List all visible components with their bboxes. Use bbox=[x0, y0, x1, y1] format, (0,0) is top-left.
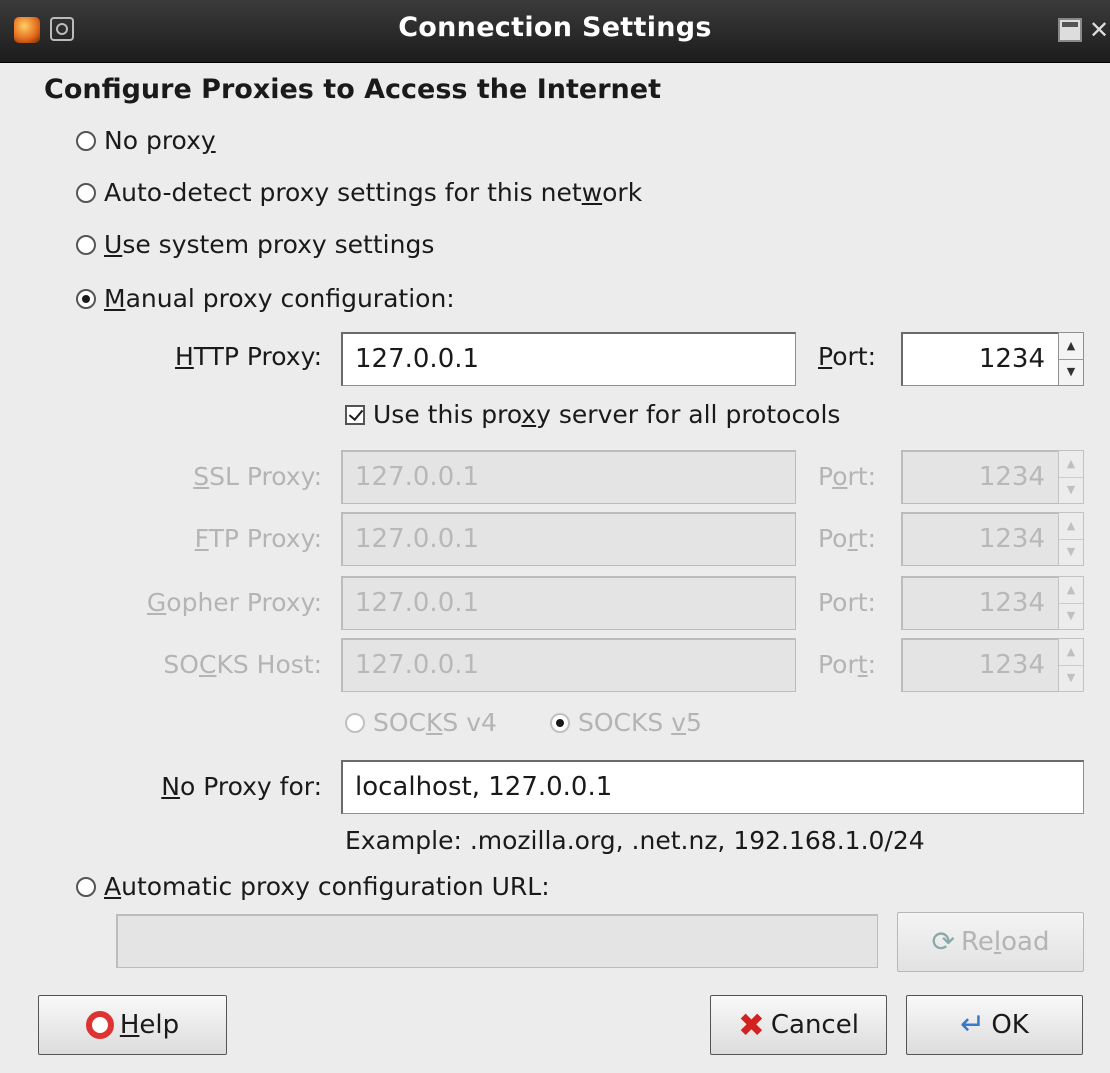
checkbox-indicator[interactable] bbox=[345, 404, 365, 425]
radio-system-proxy[interactable]: Use system proxy settings bbox=[76, 230, 434, 259]
close-icon[interactable]: ✕ bbox=[1088, 17, 1110, 43]
spin-up-icon[interactable]: ▲ bbox=[1059, 513, 1083, 540]
section-heading: Configure Proxies to Access the Internet bbox=[44, 74, 661, 105]
radio-indicator[interactable] bbox=[550, 712, 570, 733]
radio-system-proxy-label: Use system proxy settings bbox=[104, 230, 435, 259]
ssl-proxy-label: SSL Proxy: bbox=[193, 462, 322, 491]
socks-host-label: SOCKS Host: bbox=[163, 650, 322, 679]
title-bar: Connection Settings ✕ bbox=[0, 0, 1110, 63]
ssl-port-field[interactable]: 1234 bbox=[901, 450, 1084, 504]
ftp-proxy-label: FTP Proxy: bbox=[194, 524, 322, 553]
ok-button[interactable]: ↵ OK bbox=[906, 995, 1083, 1055]
ssl-proxy-field[interactable]: 127.0.0.1 bbox=[341, 450, 796, 504]
radio-no-proxy-label: No proxy bbox=[104, 126, 216, 155]
radio-socks-v5[interactable]: SOCKS v5 bbox=[550, 708, 702, 737]
radio-indicator[interactable] bbox=[76, 288, 96, 309]
radio-auto-detect-label: Auto-detect proxy settings for this netw… bbox=[104, 178, 643, 207]
ftp-port-label: Port: bbox=[818, 524, 876, 553]
gopher-port-field[interactable]: 1234 bbox=[901, 576, 1084, 630]
red-x-icon: ✖ bbox=[738, 1006, 765, 1044]
radio-indicator[interactable] bbox=[76, 876, 96, 897]
reload-button-label: Reload bbox=[960, 927, 1050, 957]
radio-socks-v5-label: SOCKS v5 bbox=[578, 708, 702, 737]
lifebuoy-icon bbox=[85, 1011, 114, 1039]
return-arrow-icon: ↵ bbox=[960, 1007, 986, 1042]
socks-port-spinner[interactable]: ▲ ▼ bbox=[1058, 638, 1084, 692]
auto-proxy-url-field[interactable] bbox=[116, 914, 878, 968]
help-button[interactable]: Help bbox=[38, 995, 227, 1055]
ftp-port-field[interactable]: 1234 bbox=[901, 512, 1084, 566]
radio-indicator[interactable] bbox=[76, 182, 96, 203]
cancel-button-label: Cancel bbox=[770, 1010, 859, 1040]
gopher-proxy-label: Gopher Proxy: bbox=[146, 588, 322, 617]
spin-down-icon[interactable]: ▼ bbox=[1059, 665, 1083, 691]
radio-manual-proxy[interactable]: Manual proxy configuration: bbox=[76, 284, 455, 313]
radio-socks-v4-label: SOCKS v4 bbox=[373, 708, 497, 737]
http-port-label: Port: bbox=[818, 342, 876, 371]
ok-button-label: OK bbox=[991, 1010, 1029, 1040]
no-proxy-for-label: No Proxy for: bbox=[161, 772, 322, 801]
ftp-port-spinner[interactable]: ▲ ▼ bbox=[1058, 512, 1084, 566]
radio-socks-v4[interactable]: SOCKS v4 bbox=[345, 708, 497, 737]
radio-auto-proxy-url[interactable]: Automatic proxy configuration URL: bbox=[76, 872, 550, 901]
no-proxy-example: Example: .mozilla.org, .net.nz, 192.168.… bbox=[345, 826, 925, 855]
reload-button[interactable]: ⟳ Reload bbox=[897, 912, 1084, 972]
spin-up-icon[interactable]: ▲ bbox=[1059, 577, 1083, 604]
gopher-port-spinner[interactable]: ▲ ▼ bbox=[1058, 576, 1084, 630]
spin-down-icon[interactable]: ▼ bbox=[1059, 359, 1083, 385]
cancel-button[interactable]: ✖ Cancel bbox=[710, 995, 887, 1055]
spin-down-icon[interactable]: ▼ bbox=[1059, 603, 1083, 629]
ssl-port-label: Port: bbox=[818, 462, 876, 491]
checkbox-same-proxy[interactable]: Use this proxy server for all protocols bbox=[345, 400, 840, 429]
radio-indicator[interactable] bbox=[345, 712, 365, 733]
no-proxy-for-field[interactable]: localhost, 127.0.0.1 bbox=[341, 760, 1084, 814]
spin-up-icon[interactable]: ▲ bbox=[1059, 639, 1083, 666]
radio-no-proxy[interactable]: No proxy bbox=[76, 126, 216, 155]
radio-indicator[interactable] bbox=[76, 130, 96, 151]
http-proxy-field[interactable]: 127.0.0.1 bbox=[341, 332, 796, 386]
radio-indicator[interactable] bbox=[76, 234, 96, 255]
ssl-port-spinner[interactable]: ▲ ▼ bbox=[1058, 450, 1084, 504]
gopher-proxy-field[interactable]: 127.0.0.1 bbox=[341, 576, 796, 630]
spin-down-icon[interactable]: ▼ bbox=[1059, 539, 1083, 565]
connection-settings-dialog: Connection Settings ✕ Configure Proxies … bbox=[0, 0, 1110, 1073]
socks-host-field[interactable]: 127.0.0.1 bbox=[341, 638, 796, 692]
http-port-spinner[interactable]: ▲ ▼ bbox=[1058, 332, 1084, 386]
socks-port-field[interactable]: 1234 bbox=[901, 638, 1084, 692]
spin-up-icon[interactable]: ▲ bbox=[1059, 333, 1083, 360]
checkbox-same-proxy-label: Use this proxy server for all protocols bbox=[373, 400, 841, 429]
gopher-port-label: Port: bbox=[818, 588, 876, 617]
window-title: Connection Settings bbox=[398, 12, 712, 43]
reload-icon: ⟳ bbox=[931, 925, 955, 958]
radio-auto-proxy-url-label: Automatic proxy configuration URL: bbox=[104, 872, 550, 901]
maximize-icon[interactable] bbox=[1058, 18, 1082, 42]
http-port-field[interactable]: 1234 bbox=[901, 332, 1084, 386]
help-button-label: Help bbox=[119, 1010, 180, 1040]
spin-down-icon[interactable]: ▼ bbox=[1059, 477, 1083, 503]
ftp-proxy-field[interactable]: 127.0.0.1 bbox=[341, 512, 796, 566]
spin-up-icon[interactable]: ▲ bbox=[1059, 451, 1083, 478]
http-proxy-label: HTTP Proxy: bbox=[174, 342, 322, 371]
radio-auto-detect[interactable]: Auto-detect proxy settings for this netw… bbox=[76, 178, 642, 207]
radio-manual-proxy-label: Manual proxy configuration: bbox=[104, 284, 455, 313]
socks-port-label: Port: bbox=[818, 650, 877, 679]
